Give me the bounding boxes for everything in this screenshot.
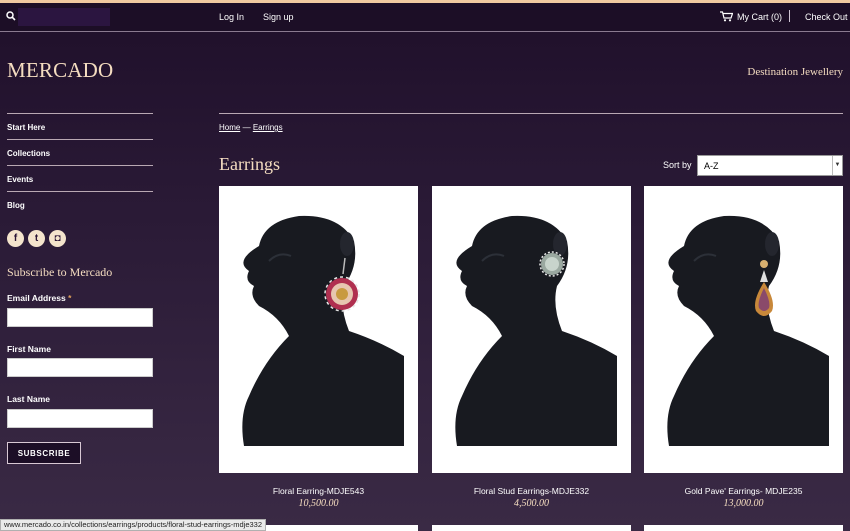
subscribe-heading: Subscribe to Mercado bbox=[7, 265, 113, 279]
checkout-link[interactable]: Check Out bbox=[805, 12, 848, 22]
subscribe-button[interactable]: SUBSCRIBE bbox=[7, 442, 81, 464]
nav-item-blog[interactable]: Blog bbox=[7, 191, 153, 217]
breadcrumb-home[interactable]: Home bbox=[219, 123, 240, 132]
bust-earring-drop-image bbox=[667, 215, 829, 446]
email-label: Email Address * bbox=[7, 293, 71, 303]
chevron-down-icon[interactable]: ▼ bbox=[832, 156, 842, 175]
top-bar: Log In Sign up My Cart (0) Check Out bbox=[0, 3, 850, 32]
nav-item-collections[interactable]: Collections bbox=[7, 139, 153, 165]
email-field[interactable] bbox=[7, 308, 153, 327]
sort-select-value: A-Z bbox=[704, 161, 719, 171]
instagram-icon[interactable]: ◘ bbox=[49, 230, 66, 247]
search-input[interactable] bbox=[18, 8, 110, 26]
first-name-label: First Name bbox=[7, 344, 51, 354]
cart-icon[interactable] bbox=[720, 11, 733, 22]
product-name[interactable]: Gold Pave' Earrings- MDJE235 bbox=[644, 486, 843, 496]
last-name-label: Last Name bbox=[7, 394, 50, 404]
product-card[interactable]: Gold Pave' Earrings- MDJE235 13,000.00 bbox=[644, 186, 843, 509]
product-name[interactable]: Floral Stud Earrings-MDJE332 bbox=[432, 486, 631, 496]
product-name[interactable]: Floral Earring-MDJE543 bbox=[219, 486, 418, 496]
bust-earring-floral-image bbox=[242, 215, 404, 446]
required-mark: * bbox=[68, 293, 72, 303]
breadcrumb-separator: — bbox=[242, 123, 251, 132]
bust-earring-stud-image bbox=[455, 215, 617, 446]
my-cart-link[interactable]: My Cart (0) bbox=[737, 12, 782, 22]
nav-item-events[interactable]: Events bbox=[7, 165, 153, 191]
topbar-divider bbox=[789, 10, 790, 22]
breadcrumb: Home — Earrings bbox=[219, 123, 283, 132]
product-card[interactable]: Floral Stud Earrings-MDJE332 4,500.00 bbox=[432, 186, 631, 509]
content-divider bbox=[219, 113, 843, 114]
product-image[interactable] bbox=[644, 186, 843, 473]
search-icon[interactable] bbox=[6, 11, 16, 21]
sidebar-nav: Start Here Collections Events Blog bbox=[7, 113, 153, 217]
site-tagline: Destination Jewellery bbox=[747, 66, 843, 78]
page-title: Earrings bbox=[219, 154, 280, 174]
sort-label: Sort by bbox=[663, 160, 692, 170]
product-card-next-row[interactable] bbox=[644, 525, 843, 531]
product-price: 10,500.00 bbox=[298, 498, 339, 509]
login-link[interactable]: Log In bbox=[219, 12, 244, 22]
email-label-text: Email Address bbox=[7, 293, 66, 303]
product-price: 4,500.00 bbox=[514, 498, 549, 509]
twitter-icon[interactable]: t bbox=[28, 230, 45, 247]
product-image[interactable] bbox=[219, 186, 418, 473]
nav-item-start-here[interactable]: Start Here bbox=[7, 113, 153, 139]
last-name-field[interactable] bbox=[7, 409, 153, 428]
breadcrumb-current[interactable]: Earrings bbox=[253, 123, 283, 132]
signup-link[interactable]: Sign up bbox=[263, 12, 294, 22]
browser-status-bar: www.mercado.co.in/collections/earrings/p… bbox=[0, 519, 267, 531]
sort-select[interactable]: A-Z ▼ bbox=[697, 155, 843, 176]
facebook-icon[interactable]: f bbox=[7, 230, 24, 247]
first-name-field[interactable] bbox=[7, 358, 153, 377]
product-image[interactable] bbox=[432, 186, 631, 473]
product-card[interactable]: Floral Earring-MDJE543 10,500.00 bbox=[219, 186, 418, 509]
product-price: 13,000.00 bbox=[723, 498, 764, 509]
site-logo[interactable]: MERCADO bbox=[7, 58, 113, 83]
product-card-next-row[interactable] bbox=[432, 525, 631, 531]
social-links: f t ◘ bbox=[7, 230, 66, 247]
